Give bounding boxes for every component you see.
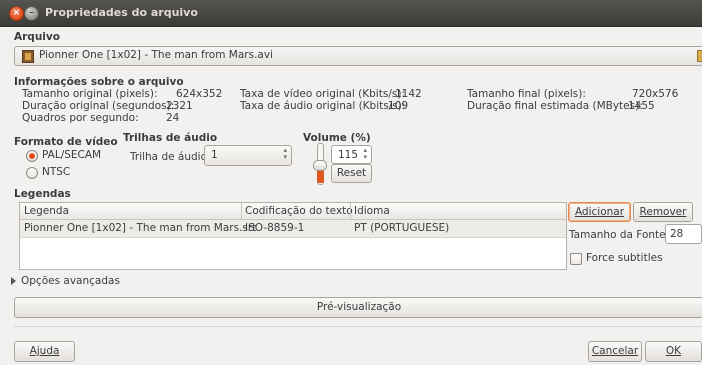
font-size-spin[interactable]: 28 bbox=[665, 224, 702, 244]
add-subtitle-label: Adicionar bbox=[574, 206, 625, 218]
info-section-label: Informações sobre o arquivo bbox=[14, 76, 184, 88]
ntsc-label: NTSC bbox=[42, 166, 71, 178]
volume-label: Volume (%) bbox=[303, 132, 371, 144]
final-duration-label: Duração final estimada (MBytes): bbox=[467, 100, 643, 112]
force-subtitles-checkbox[interactable] bbox=[570, 253, 582, 265]
preview-button[interactable]: Pré-visualização bbox=[14, 297, 702, 318]
orig-size-label: Tamanho original (pixels): bbox=[22, 88, 158, 100]
audio-track-label: Trilha de áudio: bbox=[130, 151, 211, 163]
table-header: Legenda Codificação do texto Idioma bbox=[20, 203, 566, 220]
volume-reset-button[interactable]: Reset bbox=[331, 164, 372, 183]
help-button[interactable]: Ajuda bbox=[14, 341, 75, 362]
cancel-button[interactable]: Cancelar bbox=[588, 341, 642, 362]
font-size-label: Tamanho da Fonte: bbox=[569, 229, 670, 241]
final-size-value: 720x576 bbox=[632, 88, 679, 100]
video-file-icon bbox=[22, 50, 34, 63]
column-header-codificacao[interactable]: Codificação do texto bbox=[245, 205, 353, 217]
file-name: Pionner One [1x02] - The man from Mars.a… bbox=[39, 49, 273, 61]
audio-rate-value: 109 bbox=[388, 100, 409, 112]
row-idioma: PT (PORTUGUESE) bbox=[354, 222, 450, 234]
ntsc-radio[interactable] bbox=[26, 167, 38, 179]
spin-arrows-icon[interactable]: ▴ ▾ bbox=[363, 147, 367, 161]
fps-value: 24 bbox=[166, 112, 180, 124]
orig-duration-label: Duração original (segundos): bbox=[22, 100, 175, 112]
final-size-label: Tamanho final (pixels): bbox=[467, 88, 586, 100]
footer-divider bbox=[14, 326, 702, 327]
advanced-options-expander[interactable]: Opções avançadas bbox=[21, 275, 120, 287]
ok-label: OK bbox=[665, 345, 682, 357]
column-header-legenda[interactable]: Legenda bbox=[24, 205, 69, 217]
volume-spin[interactable]: 115 ▴ ▾ bbox=[331, 145, 372, 164]
audio-track-value: 1 bbox=[211, 149, 218, 161]
video-rate-value: 1142 bbox=[395, 88, 422, 100]
audio-tracks-label: Trilhas de áudio bbox=[123, 132, 218, 144]
volume-value: 115 bbox=[338, 149, 359, 161]
file-section-label: Arquivo bbox=[14, 31, 60, 43]
column-separator bbox=[241, 203, 242, 219]
folder-icon[interactable] bbox=[697, 50, 702, 62]
audio-rate-label: Taxa de áudio original (Kbits/s): bbox=[240, 100, 406, 112]
close-window-button[interactable]: × bbox=[9, 6, 24, 21]
subtitles-table[interactable]: Legenda Codificação do texto Idioma Pion… bbox=[19, 202, 567, 270]
title-bar: × – Propriedades do arquivo bbox=[0, 0, 702, 27]
orig-duration-value: 2321 bbox=[166, 100, 193, 112]
remove-subtitle-label: Remover bbox=[639, 206, 687, 218]
pal-secam-label: PAL/SECAM bbox=[42, 149, 102, 161]
column-header-idioma[interactable]: Idioma bbox=[354, 205, 390, 217]
expander-arrow-icon[interactable] bbox=[11, 277, 16, 285]
force-subtitles-label: Force subtitles bbox=[586, 252, 663, 264]
subtitles-section-label: Legendas bbox=[14, 188, 71, 200]
minimize-window-button[interactable]: – bbox=[24, 6, 39, 21]
add-subtitle-button[interactable]: Adicionar bbox=[568, 202, 631, 222]
video-rate-label: Taxa de vídeo original (Kbits/s): bbox=[240, 88, 405, 100]
final-duration-value: 1455 bbox=[628, 100, 655, 112]
spin-arrows-icon: ▴ ▾ bbox=[283, 146, 287, 161]
table-row[interactable]: Pionner One [1x02] - The man from Mars.s… bbox=[20, 220, 566, 238]
video-format-label: Formato de vídeo bbox=[14, 136, 118, 148]
orig-size-value: 624x352 bbox=[176, 88, 223, 100]
column-separator bbox=[350, 203, 351, 219]
font-size-value: 28 bbox=[670, 228, 684, 240]
help-label: Ajuda bbox=[29, 345, 60, 357]
remove-subtitle-button[interactable]: Remover bbox=[633, 202, 693, 222]
row-legenda: Pionner One [1x02] - The man from Mars.s… bbox=[24, 222, 257, 234]
ok-button[interactable]: OK bbox=[645, 341, 702, 362]
volume-slider-handle[interactable] bbox=[313, 160, 327, 171]
row-codificacao: ISO-8859-1 bbox=[245, 222, 305, 234]
pal-secam-radio[interactable] bbox=[26, 150, 38, 162]
audio-track-select[interactable]: 1 ▴ ▾ bbox=[204, 145, 292, 166]
cancel-label: Cancelar bbox=[591, 345, 639, 357]
window-title: Propriedades do arquivo bbox=[45, 6, 198, 19]
fps-label: Quadros por segundo: bbox=[22, 112, 139, 124]
file-chooser[interactable]: Pionner One [1x02] - The man from Mars.a… bbox=[14, 46, 702, 66]
